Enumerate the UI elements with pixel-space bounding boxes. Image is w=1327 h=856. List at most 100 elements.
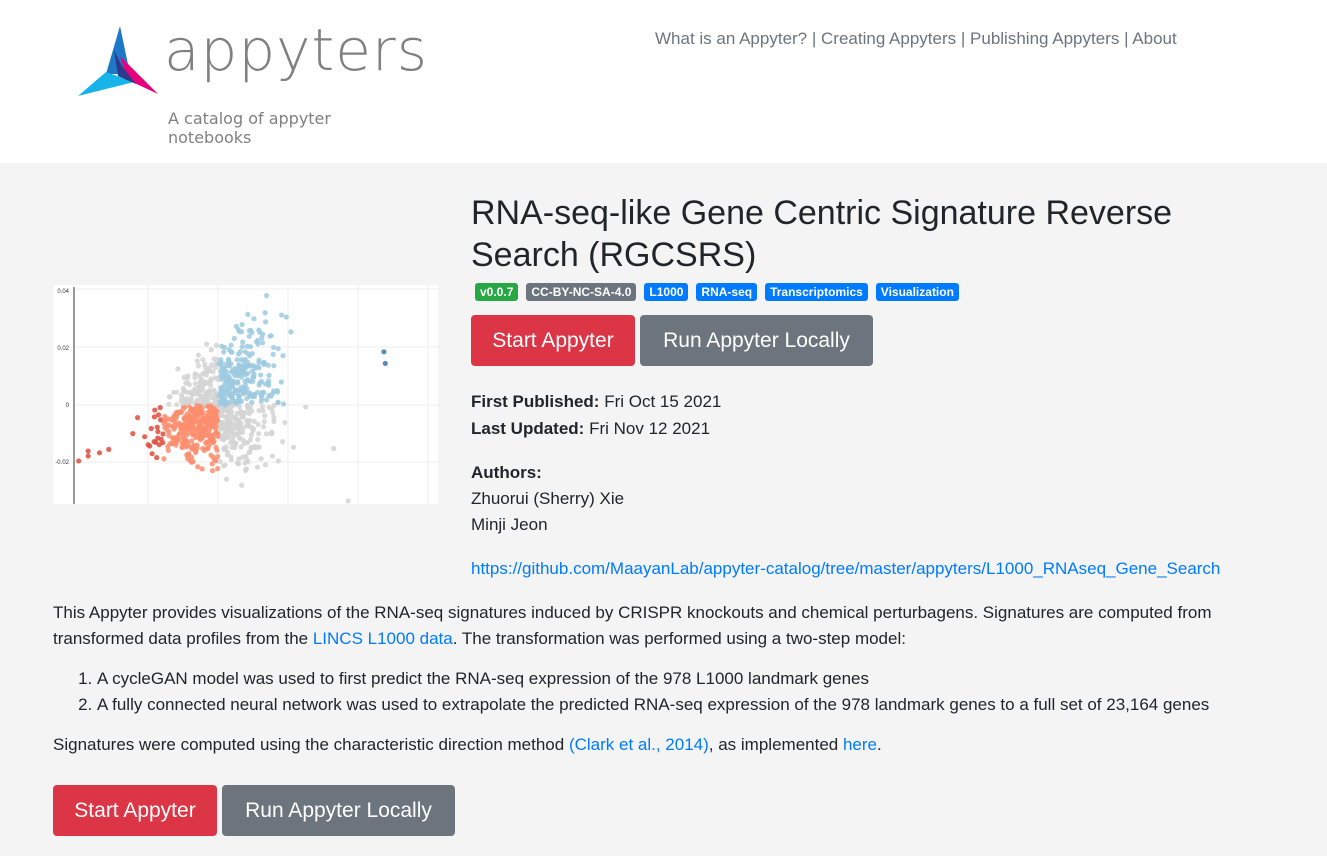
scatter-point xyxy=(250,378,256,384)
first-published-label: First Published: xyxy=(471,392,600,411)
nav-what-is[interactable]: What is an Appyter? xyxy=(655,29,807,48)
scatter-point xyxy=(134,415,141,421)
scatter-point xyxy=(280,439,286,445)
scatter-point xyxy=(202,426,209,432)
scatter-point xyxy=(259,395,265,402)
authors: Authors: Zhuorui (Sherry) Xie Minji Jeon xyxy=(471,460,624,538)
description: This Appyter provides visualizations of … xyxy=(53,600,1303,758)
scatter-point xyxy=(222,380,229,386)
scatter-point xyxy=(221,364,227,371)
scatter-point xyxy=(76,458,82,464)
scatter-point xyxy=(213,342,220,348)
nav-creating[interactable]: Creating Appyters xyxy=(821,29,956,48)
y-tick: 0 xyxy=(66,403,70,409)
scatter-point xyxy=(234,380,241,386)
badge-tag[interactable]: Visualization xyxy=(875,283,959,301)
scatter-point xyxy=(266,372,272,378)
scatter-point xyxy=(239,387,245,393)
scatter-point xyxy=(240,339,246,345)
badge-license[interactable]: CC-BY-NC-SA-4.0 xyxy=(526,283,637,301)
scatter-point xyxy=(262,319,269,325)
author: Minji Jeon xyxy=(471,515,548,534)
nav-publishing[interactable]: Publishing Appyters xyxy=(970,29,1119,48)
scatter-point xyxy=(162,413,168,420)
scatter-point xyxy=(166,432,172,439)
scatter-point xyxy=(164,427,170,433)
scatter-point xyxy=(255,421,261,427)
scatter-point xyxy=(201,416,207,422)
appyters-logo[interactable]: appyters A catalog of appyter notebooks xyxy=(78,16,427,147)
scatter-point xyxy=(201,447,207,454)
scatter-point xyxy=(203,369,209,376)
scatter-point xyxy=(239,344,245,350)
scatter-point xyxy=(155,435,161,441)
scatter-point xyxy=(167,441,173,447)
scatter-point xyxy=(166,401,172,407)
scatter-point xyxy=(259,340,266,346)
lincs-link[interactable]: LINCS L1000 data xyxy=(313,629,453,648)
scatter-point xyxy=(199,466,205,472)
nav-about[interactable]: About xyxy=(1132,29,1176,48)
scatter-point xyxy=(204,341,210,347)
text: , as implemented xyxy=(708,735,843,754)
top-nav: What is an Appyter? | Creating Appyters … xyxy=(655,29,1177,49)
scatter-point xyxy=(96,450,103,456)
scatter-point xyxy=(142,434,148,440)
badge-tag[interactable]: RNA-seq xyxy=(696,283,758,301)
scatter-point xyxy=(245,377,251,383)
scatter-point xyxy=(199,393,206,399)
nav-sep: | xyxy=(956,29,971,48)
last-updated-label: Last Updated: xyxy=(471,419,585,438)
scatter-point xyxy=(262,462,269,468)
scatter-point xyxy=(234,431,240,437)
scatter-point xyxy=(166,422,172,429)
scatter-point xyxy=(179,394,185,400)
scatter-point xyxy=(219,400,225,407)
badge-tag[interactable]: L1000 xyxy=(644,283,689,301)
run-locally-button[interactable]: Run Appyter Locally xyxy=(640,315,873,366)
scatter-point xyxy=(212,431,218,437)
scatter-point xyxy=(256,357,262,363)
scatter-point xyxy=(245,311,251,317)
start-appyter-button-bottom[interactable]: Start Appyter xyxy=(53,785,217,836)
scatter-point xyxy=(197,403,203,409)
scatter-point xyxy=(262,413,268,419)
scatter-point xyxy=(160,440,166,446)
run-locally-button-bottom[interactable]: Run Appyter Locally xyxy=(222,785,455,836)
scatter-point xyxy=(262,310,268,316)
badge-tag[interactable]: Transcriptomics xyxy=(765,283,868,301)
step-item: A fully connected neural network was use… xyxy=(97,692,1303,718)
scatter-point xyxy=(238,444,244,450)
scatter-point xyxy=(269,453,276,459)
scatter-point xyxy=(175,366,181,372)
start-appyter-button[interactable]: Start Appyter xyxy=(471,315,635,366)
scatter-point xyxy=(226,374,232,380)
method-paragraph: Signatures were computed using the chara… xyxy=(53,732,1303,758)
scatter-point xyxy=(244,343,250,349)
scatter-point xyxy=(203,432,209,438)
scatter-point xyxy=(265,380,271,386)
clark-citation-link[interactable]: (Clark et al., 2014) xyxy=(569,735,709,754)
scatter-point xyxy=(218,357,224,363)
scatter-point xyxy=(239,429,246,436)
scatter-point xyxy=(243,422,250,429)
scatter-point xyxy=(160,431,166,437)
scatter-point xyxy=(258,456,264,462)
scatter-point xyxy=(212,457,218,463)
repo-link[interactable]: https://github.com/MaayanLab/appyter-cat… xyxy=(471,559,1220,578)
scatter-point xyxy=(190,392,196,398)
scatter-point xyxy=(85,453,91,459)
scatter-point xyxy=(234,357,240,363)
scatter-point xyxy=(195,363,202,369)
scatter-point xyxy=(230,369,236,375)
scatter-point xyxy=(228,409,235,415)
scatter-point xyxy=(231,335,237,342)
here-link[interactable]: here xyxy=(843,735,877,754)
badge-version[interactable]: v0.0.7 xyxy=(475,283,519,301)
scatter-point xyxy=(195,464,201,470)
scatter-point xyxy=(258,378,265,384)
scatter-point xyxy=(270,410,276,416)
scatter-point xyxy=(149,451,155,457)
scatter-point xyxy=(177,431,183,437)
scatter-point xyxy=(179,440,185,446)
